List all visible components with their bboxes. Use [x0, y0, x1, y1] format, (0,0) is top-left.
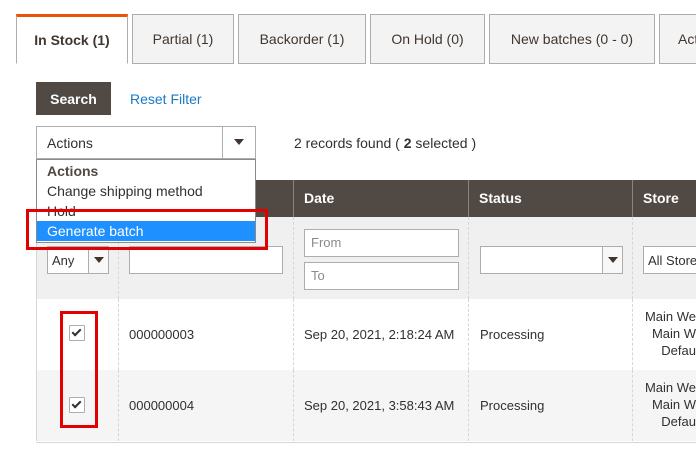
column-divider [468, 217, 469, 299]
column-divider [468, 370, 469, 441]
column-divider [468, 299, 469, 370]
order-id-cell: 000000004 [129, 398, 195, 413]
records-selected-count: 2 [403, 135, 412, 151]
store-filter-value: All Store [648, 253, 696, 268]
store-cell: Main We Main W Defau [645, 379, 696, 430]
status-filter-select[interactable] [480, 246, 623, 274]
order-id-cell: 000000003 [129, 327, 195, 342]
date-to-input[interactable]: To [304, 262, 459, 290]
column-divider [632, 299, 633, 370]
actions-select-value: Actions [47, 135, 93, 151]
records-suffix: selected ) [415, 135, 477, 151]
select-toggle[interactable] [88, 247, 108, 273]
store-line: Main We [644, 309, 696, 324]
row-checkbox[interactable] [69, 397, 85, 413]
tab-backorder[interactable]: Backorder (1) [238, 14, 366, 64]
column-divider [632, 370, 633, 441]
status-cell: Processing [480, 398, 545, 413]
table-row[interactable]: 000000004 Sep 20, 2021, 3:58:43 AM Proce… [36, 370, 696, 441]
chevron-down-icon [94, 257, 104, 263]
order-id-filter-input[interactable] [129, 246, 283, 274]
checkmark-icon [71, 398, 82, 409]
tab-label: Act [678, 31, 696, 47]
menu-item-generate-batch[interactable]: Generate batch [37, 221, 255, 241]
chevron-down-icon [234, 139, 244, 145]
tab-in-stock[interactable]: In Stock (1) [16, 14, 128, 64]
column-header-store[interactable]: Store [632, 180, 696, 217]
menu-item-change-shipping-method[interactable]: Change shipping method [37, 181, 255, 201]
store-line: Defau [661, 414, 696, 429]
store-line: Main We [644, 380, 696, 395]
column-divider [293, 217, 294, 299]
status-cell: Processing [480, 327, 545, 342]
menu-item-hold[interactable]: Hold [37, 201, 255, 221]
store-filter-select[interactable]: All Store [643, 246, 696, 274]
store-line: Main W [651, 326, 696, 341]
tab-partial[interactable]: Partial (1) [132, 14, 234, 64]
tab-label: Backorder (1) [259, 31, 345, 47]
records-count: 2 records found ( 2 selected ) [294, 135, 476, 151]
store-line: Main W [651, 397, 696, 412]
actions-dropdown-menu: Actions Change shipping method Hold Gene… [36, 159, 256, 243]
row-checkbox[interactable] [69, 325, 85, 341]
select-toggle[interactable] [602, 247, 622, 273]
store-cell: Main We Main W Defau [645, 308, 696, 359]
date-from-input[interactable]: From [304, 229, 459, 257]
tab-new-batches[interactable]: New batches (0 - 0) [489, 14, 655, 64]
records-prefix: 2 records found ( [294, 135, 400, 151]
reset-filter-link[interactable]: Reset Filter [130, 91, 202, 107]
tab-label: New batches (0 - 0) [510, 31, 634, 47]
column-divider [118, 370, 119, 441]
grid-bottom-border [36, 442, 696, 443]
tab-label: In Stock (1) [34, 32, 110, 48]
search-button[interactable]: Search [36, 82, 111, 115]
date-cell: Sep 20, 2021, 3:58:43 AM [304, 398, 455, 413]
tab-label: On Hold (0) [391, 31, 464, 47]
table-row[interactable]: 000000003 Sep 20, 2021, 2:18:24 AM Proce… [36, 299, 696, 370]
column-divider [118, 299, 119, 370]
tab-on-hold[interactable]: On Hold (0) [370, 14, 485, 64]
massaction-filter-value: Any [52, 253, 75, 268]
store-line: Defau [661, 343, 696, 358]
actions-menu-header: Actions [47, 163, 99, 179]
checkmark-icon [71, 326, 82, 337]
date-cell: Sep 20, 2021, 2:18:24 AM [304, 327, 455, 342]
column-header-date[interactable]: Date [293, 180, 468, 217]
massaction-filter-select[interactable]: Any [47, 246, 109, 274]
chevron-down-icon [608, 257, 618, 263]
column-divider [293, 299, 294, 370]
tab-label: Partial (1) [152, 31, 214, 47]
column-divider [632, 217, 633, 299]
tab-bar: In Stock (1) Partial (1) Backorder (1) O… [0, 0, 696, 64]
actions-select[interactable]: Actions [36, 126, 256, 159]
column-divider [293, 370, 294, 441]
actions-select-toggle[interactable] [222, 127, 255, 158]
tab-act[interactable]: Act [659, 14, 696, 64]
column-header-status[interactable]: Status [468, 180, 632, 217]
